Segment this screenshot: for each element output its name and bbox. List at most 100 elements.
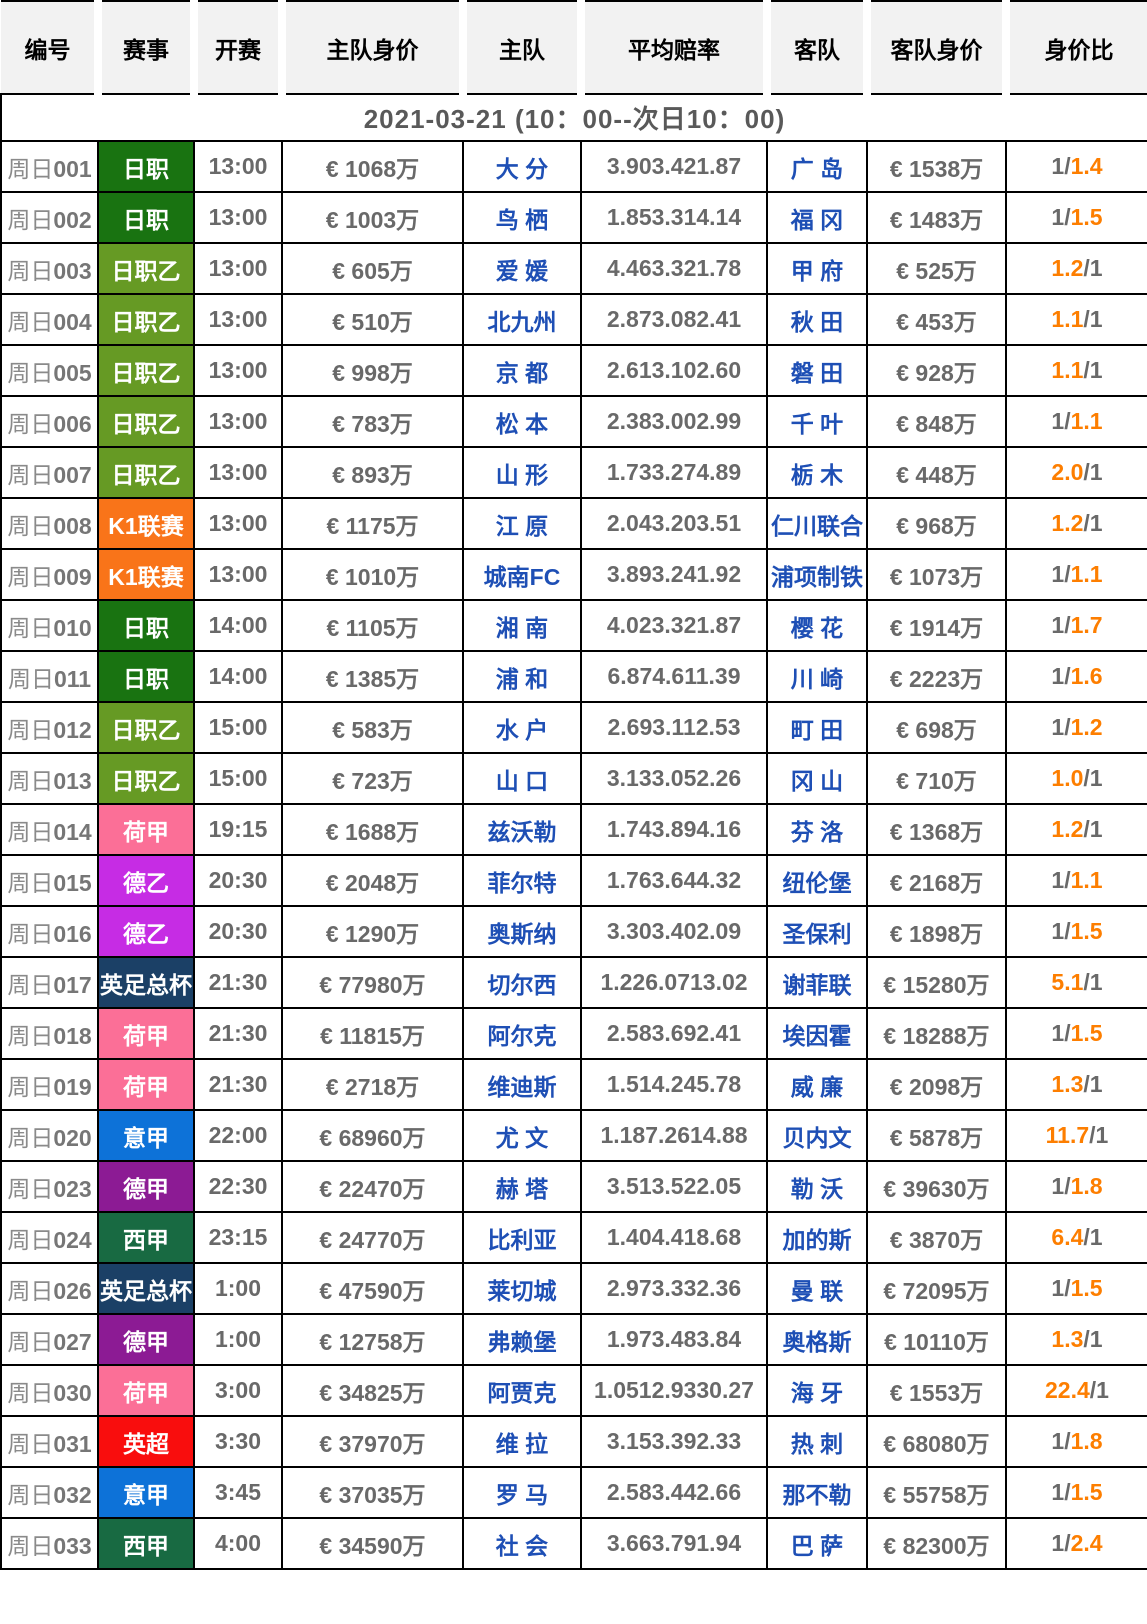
away-team-cell: 威 廉 [766, 1058, 868, 1111]
weekday-prefix: 周日 [7, 512, 54, 539]
away-value-cell: € 1483万 [866, 191, 1007, 244]
match-number: 030 [53, 1379, 92, 1406]
weekday-prefix: 周日 [7, 1124, 54, 1151]
match-id-cell: 周日012 [0, 701, 99, 754]
match-row: 周日027 德甲 1:00 € 12758万 弗赖堡 1.973.483.84 … [0, 1313, 1147, 1366]
ratio-suffix: /1 [1089, 1122, 1109, 1148]
value-ratio-cell: 1.0/1 [1005, 752, 1147, 805]
home-team-cell: 兹沃勒 [462, 803, 582, 856]
ratio-accent-value: 1.5 [1070, 918, 1103, 944]
ratio-accent-value: 1.1 [1051, 357, 1084, 383]
home-value-cell: € 68960万 [281, 1109, 464, 1162]
home-team-cell: 切尔西 [462, 956, 582, 1009]
ratio-accent-value: 1.5 [1070, 1479, 1103, 1505]
ratio-accent-value: 1.2 [1051, 816, 1084, 842]
column-header-away-team: 客队 [763, 0, 867, 94]
weekday-prefix: 周日 [7, 1328, 54, 1355]
value-ratio-cell: 6.4/1 [1005, 1211, 1147, 1264]
home-team-cell: 大 分 [462, 140, 582, 193]
away-team-cell: 奥格斯 [766, 1313, 868, 1366]
match-row: 周日001 日职 13:00 € 1068万 大 分 3.903.421.87 … [0, 140, 1147, 193]
match-row: 周日015 德乙 20:30 € 2048万 菲尔特 1.763.644.32 … [0, 854, 1147, 907]
value-ratio-cell: 11.7/1 [1005, 1109, 1147, 1162]
match-id-cell: 周日023 [0, 1160, 99, 1213]
home-value-cell: € 47590万 [281, 1262, 464, 1315]
match-row: 周日007 日职乙 13:00 € 893万 山 形 1.733.274.89 … [0, 446, 1147, 499]
match-row: 周日004 日职乙 13:00 € 510万 北九州 2.873.082.41 … [0, 293, 1147, 346]
home-value-cell: € 2718万 [281, 1058, 464, 1111]
away-value-cell: € 82300万 [866, 1517, 1007, 1570]
away-value-cell: € 5878万 [866, 1109, 1007, 1162]
ratio-prefix: 1/ [1051, 1020, 1071, 1046]
home-value-cell: € 1385万 [281, 650, 464, 703]
ratio-accent-value: 6.4 [1051, 1224, 1084, 1250]
avg-odds-cell: 1.187.2614.88 [580, 1109, 768, 1162]
avg-odds-cell: 1.853.314.14 [580, 191, 768, 244]
match-id-cell: 周日008 [0, 497, 99, 550]
value-ratio-cell: 1/1.6 [1005, 650, 1147, 703]
home-value-cell: € 24770万 [281, 1211, 464, 1264]
home-value-cell: € 11815万 [281, 1007, 464, 1060]
column-header-kickoff: 开赛 [190, 0, 282, 94]
ratio-accent-value: 1.5 [1070, 1275, 1103, 1301]
home-value-cell: € 605万 [281, 242, 464, 295]
away-value-cell: € 1538万 [866, 140, 1007, 193]
away-team-cell: 谢菲联 [766, 956, 868, 1009]
away-value-cell: € 1898万 [866, 905, 1007, 958]
home-team-cell: 山 口 [462, 752, 582, 805]
match-id-cell: 周日013 [0, 752, 99, 805]
weekday-prefix: 周日 [7, 206, 54, 233]
match-id-cell: 周日009 [0, 548, 99, 601]
value-ratio-cell: 1/1.1 [1005, 395, 1147, 448]
value-ratio-cell: 5.1/1 [1005, 956, 1147, 1009]
kickoff-time-cell: 3:45 [193, 1466, 283, 1519]
avg-odds-cell: 2.973.332.36 [580, 1262, 768, 1315]
away-team-cell: 福 冈 [766, 191, 868, 244]
avg-odds-cell: 3.303.402.09 [580, 905, 768, 958]
match-id-cell: 周日016 [0, 905, 99, 958]
ratio-accent-value: 1.5 [1070, 1020, 1103, 1046]
match-id-cell: 周日002 [0, 191, 99, 244]
match-id-cell: 周日017 [0, 956, 99, 1009]
match-number: 015 [53, 869, 92, 896]
away-team-cell: 町 田 [766, 701, 868, 754]
league-badge: 日职 [97, 191, 195, 244]
away-team-cell: 海 牙 [766, 1364, 868, 1417]
column-header-home-value: 主队身价 [278, 0, 463, 94]
match-number: 004 [53, 308, 92, 335]
weekday-prefix: 周日 [7, 359, 54, 386]
match-id-cell: 周日014 [0, 803, 99, 856]
home-value-cell: € 1105万 [281, 599, 464, 652]
match-row: 周日013 日职乙 15:00 € 723万 山 口 3.133.052.26 … [0, 752, 1147, 805]
home-team-cell: 鸟 栖 [462, 191, 582, 244]
value-ratio-cell: 1.2/1 [1005, 497, 1147, 550]
value-ratio-cell: 1.2/1 [1005, 803, 1147, 856]
match-number: 016 [53, 920, 92, 947]
ratio-accent-value: 11.7 [1045, 1122, 1090, 1148]
match-number: 013 [53, 767, 92, 794]
avg-odds-cell: 3.903.421.87 [580, 140, 768, 193]
match-number: 005 [53, 359, 92, 386]
away-value-cell: € 2223万 [866, 650, 1007, 703]
match-row: 周日019 荷甲 21:30 € 2718万 维迪斯 1.514.245.78 … [0, 1058, 1147, 1111]
league-badge: 日职 [97, 599, 195, 652]
match-number: 012 [53, 716, 92, 743]
avg-odds-cell: 2.693.112.53 [580, 701, 768, 754]
kickoff-time-cell: 4:00 [193, 1517, 283, 1570]
home-value-cell: € 510万 [281, 293, 464, 346]
match-number: 014 [53, 818, 92, 845]
away-team-cell: 巴 萨 [766, 1517, 868, 1570]
kickoff-time-cell: 21:30 [193, 1058, 283, 1111]
ratio-prefix: 1/ [1051, 1479, 1071, 1505]
weekday-prefix: 周日 [7, 1022, 54, 1049]
home-value-cell: € 37970万 [281, 1415, 464, 1468]
league-badge: 西甲 [97, 1517, 195, 1570]
ratio-prefix: 1/ [1051, 1275, 1071, 1301]
ratio-prefix: 1/ [1051, 612, 1071, 638]
league-badge: 日职 [97, 650, 195, 703]
avg-odds-cell: 2.043.203.51 [580, 497, 768, 550]
match-number: 031 [53, 1430, 92, 1457]
value-ratio-cell: 1/1.7 [1005, 599, 1147, 652]
kickoff-time-cell: 13:00 [193, 548, 283, 601]
value-ratio-cell: 1/1.8 [1005, 1160, 1147, 1213]
